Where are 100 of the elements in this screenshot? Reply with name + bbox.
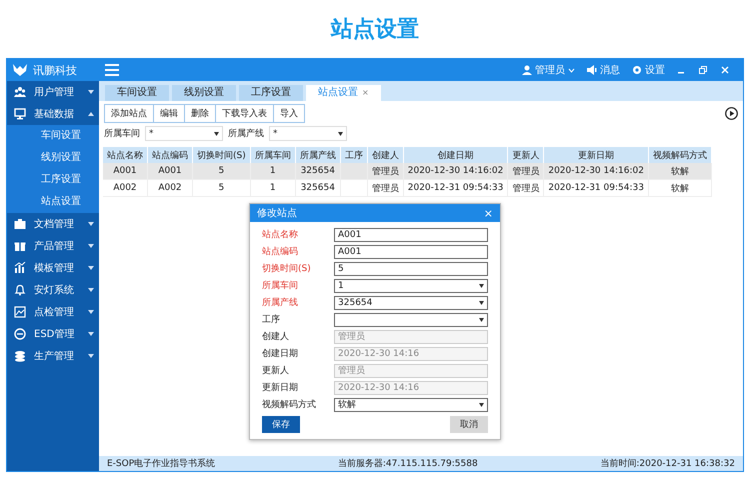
field-label: 工序 — [262, 314, 281, 326]
sidebar-icon — [14, 86, 26, 98]
input-field[interactable]: A001 — [334, 244, 488, 258]
column-header[interactable]: 工序 — [340, 147, 368, 163]
field-label: 创建日期 — [262, 348, 299, 360]
table-cell: 2020-12-31 09:54:33 — [548, 183, 644, 193]
column-header[interactable]: 所属车间 — [250, 147, 296, 163]
close-button[interactable]: × — [484, 206, 493, 220]
table-cell: 管理员 — [372, 184, 399, 194]
caret-icon — [479, 318, 484, 322]
messages-button[interactable]: 消息 — [587, 63, 620, 77]
menu-icon[interactable] — [105, 64, 119, 76]
table-cell: 5 — [218, 183, 224, 193]
column-header[interactable]: 创建日期 — [403, 147, 508, 163]
caret-icon — [338, 132, 343, 136]
table-cell: 软解 — [670, 166, 689, 176]
caret-icon — [479, 284, 484, 288]
close-icon[interactable] — [721, 66, 729, 74]
field-label: 站点编码 — [262, 246, 299, 258]
toolbar-button[interactable]: 编辑 — [153, 104, 185, 123]
sidebar-icon — [14, 350, 26, 362]
select-field[interactable]: 325654 — [334, 296, 488, 310]
table-cell: A001 — [113, 166, 137, 176]
field-label: 更新日期 — [262, 382, 299, 394]
table-cell: A002 — [158, 183, 182, 193]
sidebar-subitem[interactable]: 工序设置 — [7, 169, 99, 191]
field-label: 切换时间(S) — [262, 262, 312, 275]
logo-icon — [13, 64, 27, 76]
play-icon[interactable] — [725, 107, 738, 120]
table-cell: 5 — [218, 166, 224, 176]
sidebar-icon — [14, 306, 26, 318]
column-header[interactable]: 视频解码方式 — [648, 147, 712, 163]
table-cell: 1 — [270, 166, 276, 176]
save-button[interactable]: 保存 — [262, 416, 300, 433]
sidebar-subitem[interactable]: 线别设置 — [7, 147, 99, 169]
table-cell: 管理员 — [372, 166, 399, 176]
field-label: 创建人 — [262, 330, 290, 343]
column-header[interactable]: 更新日期 — [544, 147, 648, 163]
filter-label: 所属产线 — [228, 128, 264, 140]
column-header[interactable]: 切换时间(S) — [192, 147, 250, 163]
cancel-button[interactable]: 取消 — [450, 416, 488, 433]
server-address: 当前服务器:47.115.115.79:5588 — [338, 458, 478, 470]
filter-label: 所属车间 — [104, 128, 140, 140]
field-label: 视频解码方式 — [262, 398, 317, 411]
caret-icon — [568, 68, 575, 72]
tab[interactable]: 站点设置 × — [306, 85, 381, 101]
table-cell: 2020-12-30 14:16:02 — [548, 166, 644, 176]
select-field[interactable]: 软解 — [334, 398, 488, 412]
table-cell: 管理员 — [512, 166, 540, 176]
sidebar-icon — [14, 284, 26, 296]
caret-icon — [479, 402, 484, 406]
table-cell: 管理员 — [512, 184, 540, 194]
user-menu[interactable]: 管理员 — [522, 63, 575, 77]
filter-select[interactable]: * — [145, 126, 223, 141]
sidebar-subitem[interactable]: 车间设置 — [7, 125, 99, 147]
dialog-title: 修改站点 — [257, 206, 297, 220]
tab[interactable]: 工序设置 — [239, 85, 303, 101]
column-header[interactable]: 站点名称 — [103, 147, 148, 163]
sidebar-icon — [14, 240, 26, 252]
filter-select[interactable]: * — [269, 126, 347, 141]
settings-button[interactable]: 设置 — [632, 63, 665, 77]
select-field[interactable]: 1 — [334, 278, 488, 292]
speaker-icon — [587, 65, 597, 75]
caret-icon — [479, 300, 484, 304]
tab[interactable]: 车间设置 — [105, 85, 169, 101]
toolbar-button[interactable]: 导入 — [273, 104, 305, 123]
sidebar-icon — [14, 328, 26, 340]
toolbar-button[interactable]: 下载导入表 — [215, 104, 274, 123]
page-title: 站点设置 — [331, 16, 419, 44]
caret-icon — [214, 132, 219, 136]
field-label: 站点名称 — [262, 228, 299, 241]
input-field[interactable]: A001 — [334, 228, 488, 242]
sidebar-icon — [14, 262, 26, 274]
select-field[interactable] — [334, 312, 488, 326]
toolbar-button[interactable]: 删除 — [184, 104, 216, 123]
sidebar-subitem[interactable]: 站点设置 — [7, 191, 99, 213]
toolbar-button[interactable]: 添加站点 — [104, 104, 154, 123]
gear-icon — [632, 65, 642, 75]
user-icon — [522, 65, 532, 75]
table-cell: A002 — [113, 183, 137, 193]
column-header[interactable]: 创建人 — [367, 147, 404, 163]
table-cell: A001 — [158, 166, 182, 176]
column-header[interactable]: 站点编码 — [148, 147, 192, 163]
table-cell: 2020-12-31 09:54:33 — [408, 183, 504, 193]
sidebar-icon — [14, 108, 26, 120]
restore-icon[interactable] — [699, 66, 707, 74]
table-cell: 2020-12-30 14:16:02 — [408, 166, 504, 176]
table-cell: 325654 — [300, 166, 335, 176]
field-label: 所属车间 — [262, 280, 299, 292]
app-name: 讯鹏科技 — [33, 62, 77, 78]
sidebar-icon — [14, 218, 26, 230]
input-field[interactable]: 5 — [334, 262, 488, 276]
tab[interactable]: 线别设置 — [172, 85, 236, 101]
table-cell: 1 — [270, 183, 276, 193]
column-header[interactable]: 所属产线 — [295, 147, 340, 163]
field-label: 所属产线 — [262, 296, 299, 309]
table-cell: 软解 — [670, 184, 689, 194]
current-time: 当前时间:2020-12-31 16:38:32 — [600, 458, 735, 470]
tab-close[interactable]: × — [362, 88, 369, 97]
column-header[interactable]: 更新人 — [508, 147, 544, 163]
